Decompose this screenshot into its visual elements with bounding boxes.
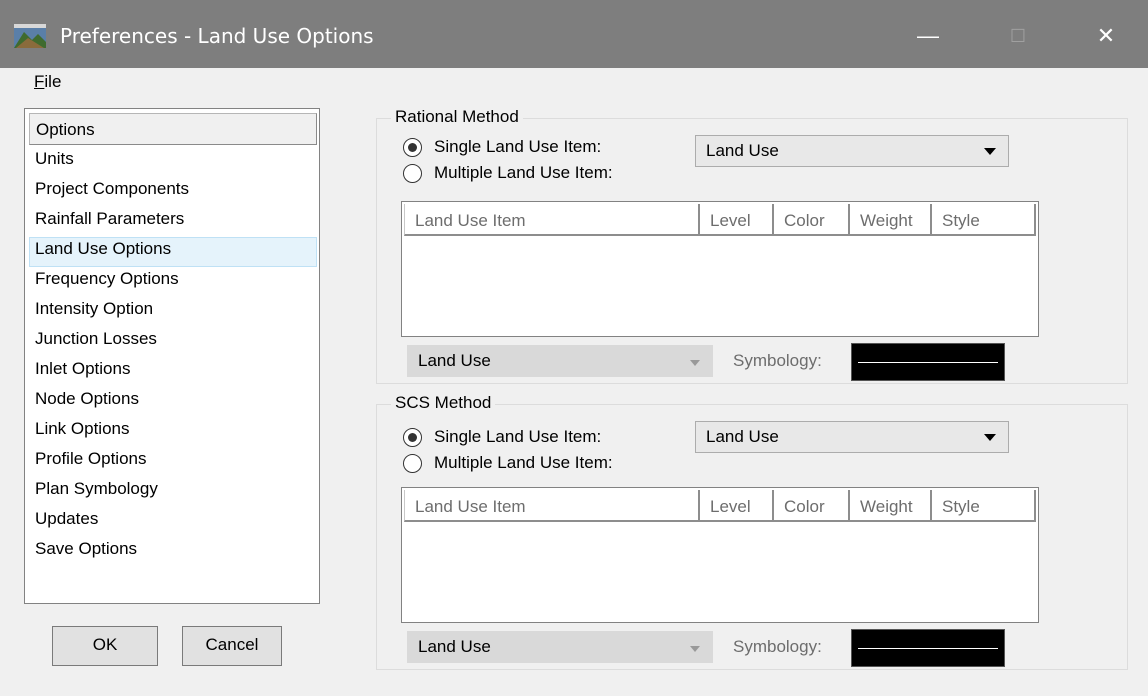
- column-land-use-item[interactable]: Land Use Item: [404, 490, 700, 522]
- scs-list-header: Land Use Item Level Color Weight Style: [404, 490, 1036, 522]
- column-color[interactable]: Color: [774, 490, 850, 522]
- list-item-node-options[interactable]: Node Options: [29, 387, 317, 417]
- options-list[interactable]: Options Units Project Components Rainfal…: [24, 108, 320, 604]
- list-item-profile-options[interactable]: Profile Options: [29, 447, 317, 477]
- scs-symbology-label: Symbology:: [733, 637, 822, 656]
- chevron-down-icon: [690, 360, 700, 366]
- scs-land-use-combo[interactable]: Land Use: [407, 631, 713, 663]
- rational-single-combo-value: Land Use: [706, 141, 779, 160]
- list-item-units[interactable]: Units: [29, 147, 317, 177]
- column-level[interactable]: Level: [700, 204, 774, 236]
- scs-multiple-radio[interactable]: [403, 454, 422, 473]
- ok-button[interactable]: OK: [52, 626, 158, 666]
- rational-multiple-label: Multiple Land Use Item:: [434, 163, 613, 182]
- rational-symbology-swatch[interactable]: [851, 343, 1005, 381]
- rational-list-header: Land Use Item Level Color Weight Style: [404, 204, 1036, 236]
- list-item-project-components[interactable]: Project Components: [29, 177, 317, 207]
- list-item-intensity-option[interactable]: Intensity Option: [29, 297, 317, 327]
- line-style-preview: [858, 362, 998, 363]
- rational-single-combo[interactable]: Land Use: [695, 135, 1009, 167]
- line-style-preview: [858, 648, 998, 649]
- rational-method-group: Rational Method Single Land Use Item: Mu…: [376, 107, 1128, 384]
- column-style[interactable]: Style: [932, 204, 1036, 236]
- column-level[interactable]: Level: [700, 490, 774, 522]
- maximize-button[interactable]: ☐: [998, 22, 1038, 50]
- rational-method-title: Rational Method: [391, 107, 523, 127]
- list-item-frequency-options[interactable]: Frequency Options: [29, 267, 317, 297]
- scs-single-combo[interactable]: Land Use: [695, 421, 1009, 453]
- list-item-plan-symbology[interactable]: Plan Symbology: [29, 477, 317, 507]
- scs-multiple-label: Multiple Land Use Item:: [434, 453, 613, 472]
- scs-method-group: SCS Method Single Land Use Item: Multipl…: [376, 393, 1128, 670]
- list-item-link-options[interactable]: Link Options: [29, 417, 317, 447]
- scs-single-label: Single Land Use Item:: [434, 427, 602, 446]
- app-icon: [14, 24, 46, 48]
- chevron-down-icon: [690, 646, 700, 652]
- maximize-icon: ☐: [1009, 26, 1027, 46]
- close-button[interactable]: ✕: [1086, 22, 1126, 50]
- window-title: Preferences - Land Use Options: [60, 24, 374, 48]
- column-weight[interactable]: Weight: [850, 204, 932, 236]
- column-color[interactable]: Color: [774, 204, 850, 236]
- chevron-down-icon: [984, 434, 996, 441]
- chevron-down-icon: [984, 148, 996, 155]
- scs-land-use-combo-value: Land Use: [418, 637, 491, 656]
- column-style[interactable]: Style: [932, 490, 1036, 522]
- cancel-button[interactable]: Cancel: [182, 626, 282, 666]
- minimize-icon: —: [917, 23, 939, 48]
- column-land-use-item[interactable]: Land Use Item: [404, 204, 700, 236]
- list-item-inlet-options[interactable]: Inlet Options: [29, 357, 317, 387]
- scs-single-radio[interactable]: [403, 428, 422, 447]
- options-list-header[interactable]: Options: [29, 113, 317, 145]
- rational-single-label: Single Land Use Item:: [434, 137, 602, 156]
- list-item-land-use-options[interactable]: Land Use Options: [29, 237, 317, 267]
- rational-multiple-radio[interactable]: [403, 164, 422, 183]
- rational-land-use-combo-value: Land Use: [418, 351, 491, 370]
- scs-land-use-list[interactable]: Land Use Item Level Color Weight Style: [401, 487, 1039, 623]
- rational-single-radio[interactable]: [403, 138, 422, 157]
- scs-symbology-swatch[interactable]: [851, 629, 1005, 667]
- list-item-updates[interactable]: Updates: [29, 507, 317, 537]
- column-weight[interactable]: Weight: [850, 490, 932, 522]
- list-item-junction-losses[interactable]: Junction Losses: [29, 327, 317, 357]
- rational-land-use-combo[interactable]: Land Use: [407, 345, 713, 377]
- menu-bar: File: [0, 68, 1148, 98]
- menu-file[interactable]: File: [34, 72, 61, 92]
- title-bar: Preferences - Land Use Options — ☐ ✕: [0, 0, 1148, 68]
- rational-symbology-label: Symbology:: [733, 351, 822, 370]
- list-item-rainfall-parameters[interactable]: Rainfall Parameters: [29, 207, 317, 237]
- rational-land-use-list[interactable]: Land Use Item Level Color Weight Style: [401, 201, 1039, 337]
- scs-single-combo-value: Land Use: [706, 427, 779, 446]
- close-icon: ✕: [1096, 23, 1116, 48]
- list-item-save-options[interactable]: Save Options: [29, 537, 317, 567]
- minimize-button[interactable]: —: [908, 22, 948, 50]
- scs-method-title: SCS Method: [391, 393, 496, 413]
